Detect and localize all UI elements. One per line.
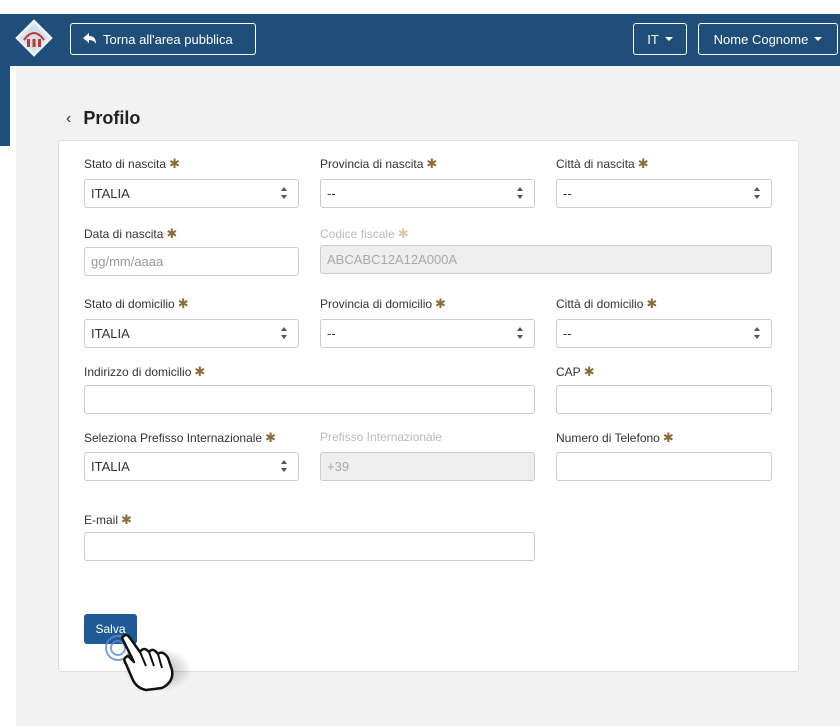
prefisso-input: +39 <box>320 452 535 481</box>
provincia-nascita-select[interactable]: -- <box>320 179 535 208</box>
required-mark: ✱ <box>662 430 674 445</box>
stato-nascita-value: ITALIA <box>91 186 130 201</box>
caret-down-icon <box>814 37 823 41</box>
prefisso-select[interactable]: ITALIA <box>84 452 299 481</box>
provincia-domicilio-value: -- <box>327 326 336 341</box>
prefisso-select-value: ITALIA <box>91 459 130 474</box>
codice-fiscale-input: ABCABC12A12A000A <box>320 245 772 274</box>
prefisso-label: Prefisso Internazionale <box>320 430 443 444</box>
required-mark: ✱ <box>646 296 658 311</box>
caret-down-icon <box>664 37 673 41</box>
stato-domicilio-select[interactable]: ITALIA <box>84 319 299 348</box>
language-label: IT <box>647 31 659 47</box>
telefono-input[interactable] <box>556 452 772 481</box>
codice-fiscale-label: Codice fiscale ✱ <box>320 226 409 241</box>
user-name-label: Nome Cognome <box>713 31 809 47</box>
indirizzo-input[interactable] <box>84 385 535 414</box>
required-mark: ✱ <box>397 226 409 241</box>
provincia-domicilio-select[interactable]: -- <box>320 319 535 348</box>
required-mark: ✱ <box>194 364 206 379</box>
select-arrows-icon <box>754 187 760 199</box>
chevron-left-icon[interactable]: ‹ <box>66 110 71 128</box>
citta-nascita-value: -- <box>563 186 572 201</box>
codice-fiscale-value: ABCABC12A12A000A <box>327 252 458 267</box>
citta-domicilio-select[interactable]: -- <box>556 319 772 348</box>
page-heading: ‹ Profilo <box>66 108 140 129</box>
citta-nascita-select[interactable]: -- <box>556 179 772 208</box>
provincia-nascita-label: Provincia di nascita ✱ <box>320 156 438 171</box>
citta-domicilio-label: Città di domicilio ✱ <box>556 296 658 311</box>
required-mark: ✱ <box>426 156 438 171</box>
cap-input[interactable] <box>556 385 772 414</box>
citta-domicilio-value: -- <box>563 326 572 341</box>
required-mark: ✱ <box>583 364 595 379</box>
select-arrows-icon <box>754 327 760 339</box>
prefisso-select-label: Seleziona Prefisso Internazionale ✱ <box>84 430 277 445</box>
provincia-nascita-value: -- <box>327 186 336 201</box>
back-arrow-icon <box>83 33 96 44</box>
back-button-label: Torna all'area pubblica <box>103 31 233 47</box>
user-menu-dropdown[interactable]: Nome Cognome <box>698 23 838 55</box>
telefono-label: Numero di Telefono ✱ <box>556 430 674 445</box>
prefisso-value: +39 <box>327 459 350 474</box>
required-mark: ✱ <box>637 156 649 171</box>
indirizzo-label: Indirizzo di domicilio ✱ <box>84 364 206 379</box>
select-arrows-icon <box>281 327 287 339</box>
stato-domicilio-label: Stato di domicilio ✱ <box>84 296 189 311</box>
email-label: E-mail ✱ <box>84 512 132 527</box>
stato-nascita-label: Stato di nascita ✱ <box>84 156 180 171</box>
citta-nascita-label: Città di nascita ✱ <box>556 156 649 171</box>
stato-nascita-select[interactable]: ITALIA <box>84 179 299 208</box>
page-title: Profilo <box>83 108 141 128</box>
data-nascita-label: Data di nascita ✱ <box>84 226 178 241</box>
data-nascita-placeholder: gg/mm/aaaa <box>91 254 164 269</box>
required-mark: ✱ <box>435 296 446 311</box>
language-dropdown[interactable]: IT <box>633 23 687 55</box>
email-input[interactable] <box>84 532 535 561</box>
back-to-public-button[interactable]: Torna all'area pubblica <box>70 23 256 55</box>
sidebar-strip <box>0 66 10 146</box>
stato-domicilio-value: ITALIA <box>91 326 130 341</box>
required-mark: ✱ <box>177 296 189 311</box>
data-nascita-input[interactable]: gg/mm/aaaa <box>84 247 299 276</box>
required-mark: ✱ <box>169 156 180 171</box>
required-mark: ✱ <box>265 430 277 445</box>
select-arrows-icon <box>517 187 523 199</box>
cap-label: CAP ✱ <box>556 364 595 379</box>
select-arrows-icon <box>281 460 287 472</box>
provincia-domicilio-label: Provincia di domicilio ✱ <box>320 296 446 311</box>
logo-icon[interactable] <box>14 18 54 58</box>
select-arrows-icon <box>517 327 523 339</box>
required-mark: ✱ <box>166 226 178 241</box>
hand-pointer-icon <box>105 633 190 692</box>
required-mark: ✱ <box>121 512 132 527</box>
select-arrows-icon <box>281 187 287 199</box>
